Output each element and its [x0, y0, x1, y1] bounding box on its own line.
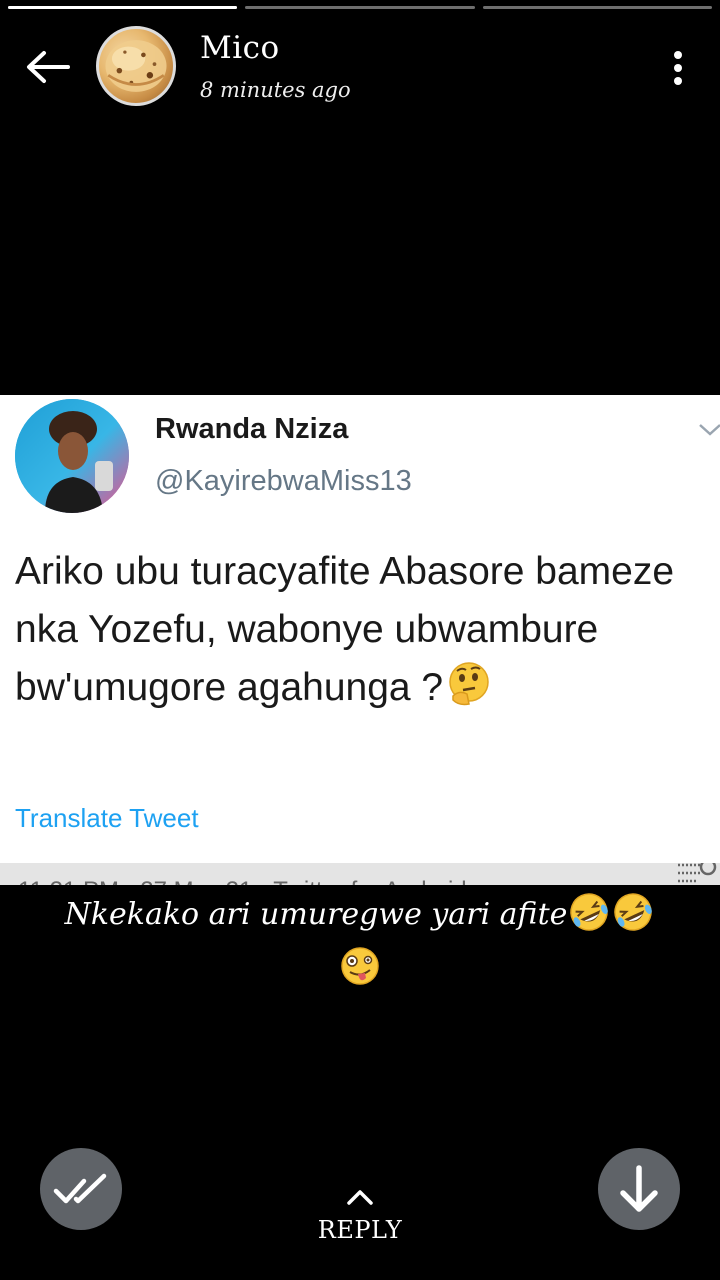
- progress-segment-1: [8, 6, 238, 9]
- thinking-face-emoji: [445, 660, 493, 708]
- chevron-up-icon: [347, 1190, 373, 1205]
- tweet-avatar: [15, 399, 129, 513]
- tweet-meta-strip: 11:21 PM · 27 May 21 · Twitter for Andro…: [0, 863, 720, 885]
- sender-name: Mico: [200, 30, 280, 66]
- chevron-down-icon: [698, 419, 720, 439]
- story-header: Mico 8 minutes ago: [0, 22, 720, 112]
- arrow-down-icon[interactable]: [598, 1148, 680, 1230]
- reply-label: REPLY: [317, 1216, 403, 1244]
- reply-button[interactable]: REPLY: [300, 1188, 420, 1244]
- sender-avatar[interactable]: [96, 26, 176, 106]
- tweet-text: Ariko ubu turacyafite Abasore bameze nka…: [15, 550, 675, 709]
- progress-segment-3: [482, 6, 712, 9]
- progress-segment-2: [245, 6, 475, 9]
- rolling-on-floor-laughing-emoji: [567, 890, 611, 934]
- story-progress: [8, 6, 712, 10]
- tweet-handle: @KayirebwaMiss13: [155, 465, 412, 497]
- zany-face-emoji: [338, 944, 382, 988]
- time-ago: 8 minutes ago: [200, 78, 351, 102]
- translate-tweet-link[interactable]: Translate Tweet: [15, 803, 199, 834]
- tweet-display-name: Rwanda Nziza: [155, 413, 349, 445]
- more-options-icon[interactable]: [670, 50, 686, 86]
- rolling-on-floor-laughing-emoji: [611, 890, 655, 934]
- filter-icon: [674, 863, 718, 885]
- story-caption: Nkekako ari umuregwe yari afite: [20, 888, 700, 996]
- double-check-icon[interactable]: [40, 1148, 122, 1230]
- tweet-screenshot: Rwanda Nziza @KayirebwaMiss13 Ariko ubu …: [0, 395, 720, 863]
- tweet-meta: 11:21 PM · 27 May 21 · Twitter for Andro…: [18, 877, 467, 885]
- back-arrow-icon[interactable]: [24, 50, 70, 84]
